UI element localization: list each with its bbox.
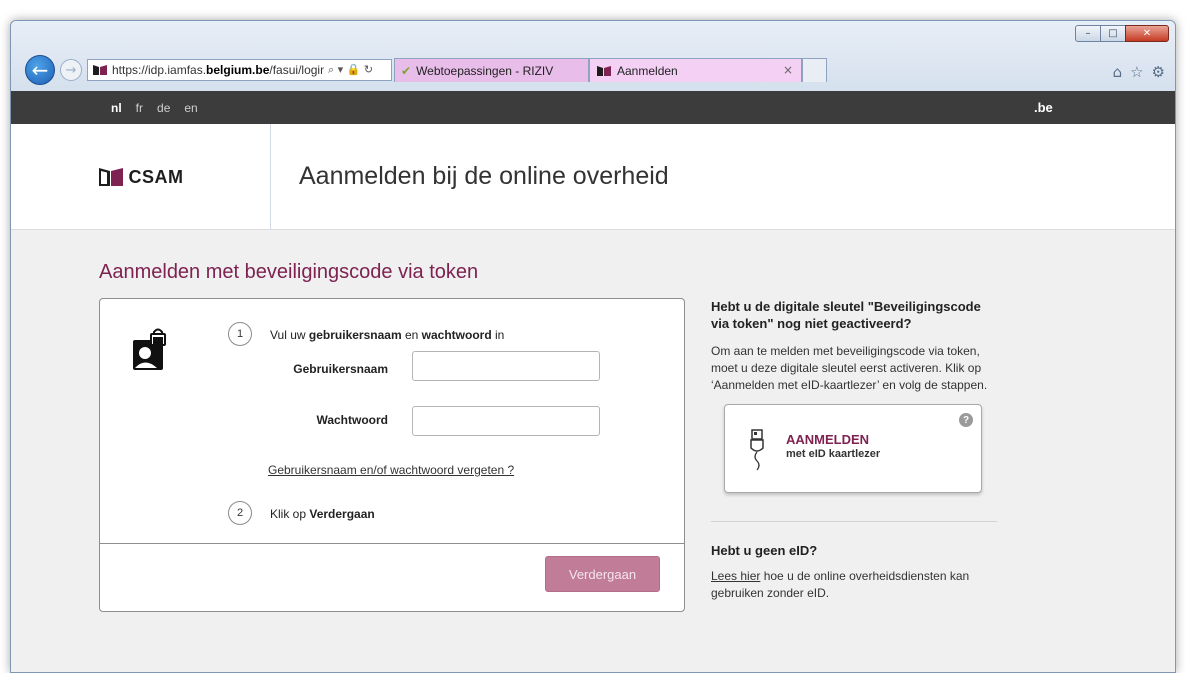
belgium-be-link[interactable]: .be <box>1034 100 1053 115</box>
step-2-badge: 2 <box>228 501 252 525</box>
brand-area: CSAM <box>11 124 271 230</box>
browser-window: – □ ✕ ← → https://idp.iamfas.belgium.be/… <box>10 20 1176 673</box>
step-1-badge: 1 <box>228 322 252 346</box>
csam-logo[interactable]: CSAM <box>98 167 184 188</box>
back-button[interactable]: ← <box>25 55 55 85</box>
step-2-instruction: Klik op Verdergaan <box>270 507 375 521</box>
activation-explanation: Om aan te melden met beveiligingscode vi… <box>711 344 988 392</box>
card-divider <box>100 543 684 544</box>
url-domain: belgium.be <box>206 63 270 77</box>
settings-icon[interactable]: ⚙ <box>1152 63 1165 81</box>
step-1-text: Vul uw <box>270 328 309 342</box>
eid-button-subtitle: met eID kaartlezer <box>786 448 881 460</box>
lang-de[interactable]: de <box>157 101 170 115</box>
language-bar: nl fr de en .be <box>11 91 1175 124</box>
window-controls: – □ ✕ <box>1075 25 1169 42</box>
no-eid-section: Hebt u geen eID? Lees hier hoe u de onli… <box>711 543 1001 602</box>
read-here-link[interactable]: Lees hier <box>711 569 760 583</box>
lang-fr[interactable]: fr <box>136 101 143 115</box>
step-2-text: Klik op <box>270 507 310 521</box>
arrow-left-icon: ← <box>31 58 49 82</box>
close-tab-icon[interactable]: × <box>783 63 793 77</box>
password-label: Wachtwoord <box>316 413 388 427</box>
forward-button[interactable]: → <box>60 59 82 81</box>
page-title: Aanmelden bij de online overheid <box>299 162 669 190</box>
step-1-text: in <box>491 328 505 342</box>
card-reader-icon <box>750 429 764 471</box>
brand-name: CSAM <box>128 166 184 187</box>
new-tab-button[interactable] <box>802 58 827 82</box>
url-path: /fasui/login <box>269 63 324 77</box>
language-switcher: nl fr de en <box>111 101 198 115</box>
close-window-button[interactable]: ✕ <box>1125 25 1169 42</box>
tab-label: Aanmelden <box>617 63 678 78</box>
help-icon[interactable]: ? <box>959 413 973 427</box>
section-divider <box>711 521 997 522</box>
lang-en[interactable]: en <box>184 101 197 115</box>
browser-chrome: – □ ✕ ← → https://idp.iamfas.belgium.be/… <box>11 21 1175 91</box>
step-2-continue-word: Verdergaan <box>309 507 375 521</box>
tab-label: Webtoepassingen - RIZIV <box>416 63 554 78</box>
username-input[interactable] <box>412 351 600 381</box>
eid-button-title: AANMELDEN <box>786 432 870 447</box>
arrow-right-icon: → <box>65 62 77 78</box>
activation-question: Hebt u de digitale sleutel "Beveiligings… <box>711 299 981 331</box>
web-page: nl fr de en .be CSAM Aanmelden bij de on… <box>11 91 1175 672</box>
no-eid-question: Hebt u geen eID? <box>711 543 818 558</box>
csam-favicon-icon <box>93 65 107 75</box>
username-label: Gebruikersnaam <box>293 362 388 376</box>
address-controls-icon[interactable]: ⌕ ▾ 🔒 ↻ <box>328 63 373 77</box>
step-1-text: en <box>401 328 422 342</box>
eid-login-button[interactable]: ? AANMELDEN met eID kaartlezer <box>724 404 982 493</box>
tab-aanmelden[interactable]: Aanmelden × <box>589 58 802 82</box>
no-eid-text: Lees hier hoe u de online overheidsdiens… <box>711 568 1001 602</box>
csam-logo-icon <box>98 168 123 186</box>
password-input[interactable] <box>412 406 600 436</box>
activation-info: Hebt u de digitale sleutel "Beveiligings… <box>711 298 1001 394</box>
forgot-credentials-link[interactable]: Gebruikersnaam en/of wachtwoord vergeten… <box>268 463 514 477</box>
riziv-favicon-icon: ✔ <box>401 63 412 78</box>
user-lock-icon <box>133 328 166 370</box>
home-icon[interactable]: ⌂ <box>1113 63 1123 81</box>
step-1-password-word: wachtwoord <box>421 328 492 342</box>
lang-nl[interactable]: nl <box>111 101 122 115</box>
desktop: – □ ✕ ← → https://idp.iamfas.belgium.be/… <box>0 0 1186 673</box>
step-1-instruction: Vul uw gebruikersnaam en wachtwoord in <box>270 328 504 342</box>
csam-favicon-icon <box>597 65 611 76</box>
url-text[interactable]: https://idp.iamfas.belgium.be/fasui/logi… <box>112 63 324 77</box>
favorites-icon[interactable]: ☆ <box>1130 63 1143 81</box>
page-header: CSAM Aanmelden bij de online overheid <box>11 124 1175 230</box>
continue-button[interactable]: Verdergaan <box>545 556 660 592</box>
step-1-username-word: gebruikersnaam <box>308 328 402 342</box>
login-heading: Aanmelden met beveiligingscode via token <box>99 261 479 283</box>
address-bar[interactable]: https://idp.iamfas.belgium.be/fasui/logi… <box>87 59 392 81</box>
tab-webtoepassingen[interactable]: ✔ Webtoepassingen - RIZIV <box>394 58 589 82</box>
toolbar-icons: ⌂ ☆ ⚙ <box>1113 63 1165 81</box>
url-prefix: https://idp.iamfas. <box>112 63 207 77</box>
minimize-button[interactable]: – <box>1075 25 1101 42</box>
login-card: 1 Vul uw gebruikersnaam en wachtwoord in… <box>99 298 685 612</box>
maximize-button[interactable]: □ <box>1100 25 1126 42</box>
